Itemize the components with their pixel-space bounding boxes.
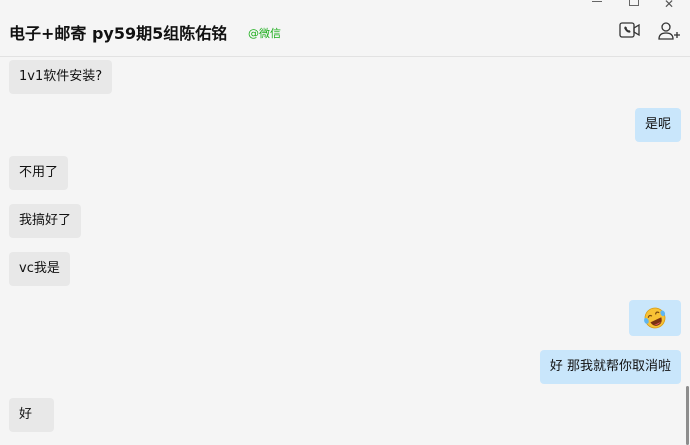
message-bubble-outgoing[interactable]: 是呢	[634, 108, 681, 142]
close-icon[interactable]: ✕	[662, 0, 676, 10]
message-bubble-incoming[interactable]: 不用了	[9, 156, 69, 190]
message-bubble-outgoing[interactable]: 好 那我就帮你取消啦	[539, 350, 681, 384]
chat-title[interactable]: 电子+邮寄 py59期5组陈佑铭	[9, 20, 227, 44]
message-bubble-incoming[interactable]: 好	[9, 398, 55, 432]
message-bubble-incoming[interactable]: 1v1软件安装?	[9, 60, 113, 94]
add-member-icon[interactable]	[658, 21, 680, 40]
minimize-icon[interactable]	[590, 0, 604, 10]
laughing-tears-emoji	[644, 307, 666, 329]
maximize-icon[interactable]	[626, 0, 640, 10]
window-controls: ✕	[590, 0, 690, 12]
message-list[interactable]: 1v1软件安装? 是呢 不用了 我搞好了 vc我是 好 那我就帮你取消啦 好	[0, 58, 690, 445]
wechat-source-tag: @微信	[248, 27, 281, 40]
message-bubble-incoming[interactable]: vc我是	[9, 252, 70, 286]
message-bubble-outgoing-emoji[interactable]	[629, 300, 681, 336]
chat-header: 电子+邮寄 py59期5组陈佑铭 @微信	[0, 0, 690, 57]
scrollbar[interactable]	[686, 386, 689, 445]
video-call-icon[interactable]	[619, 21, 641, 39]
message-bubble-incoming[interactable]: 我搞好了	[9, 204, 82, 238]
